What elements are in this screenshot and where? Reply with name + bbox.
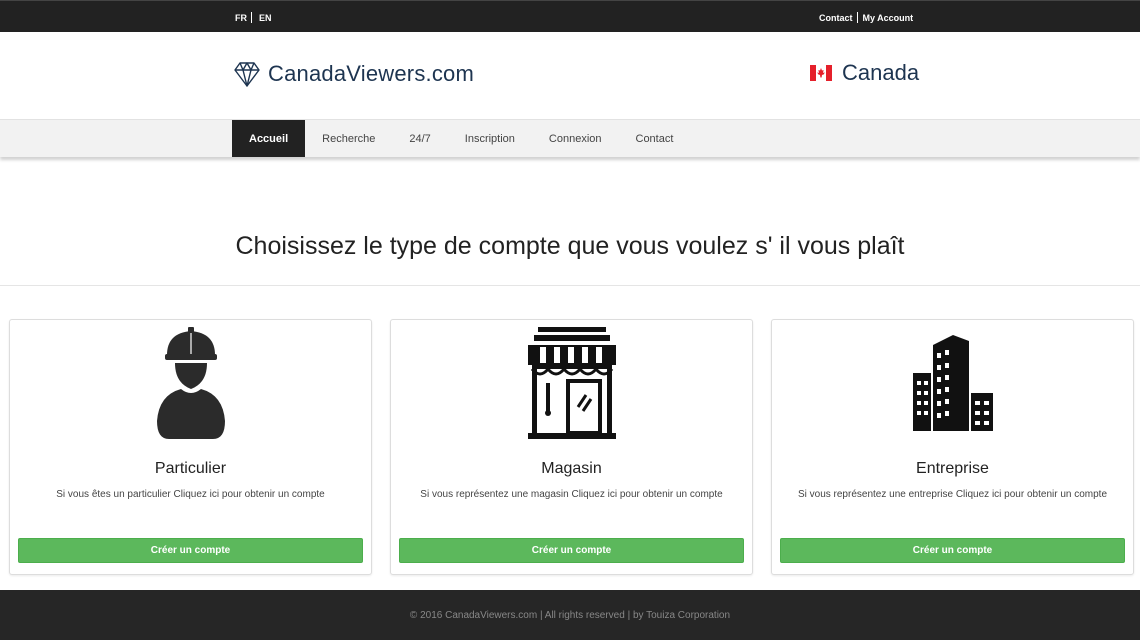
- country-name: Canada: [842, 60, 920, 85]
- language-switcher: FR EN: [235, 12, 272, 23]
- account-links: Contact My Account: [819, 12, 913, 23]
- top-contact-link[interactable]: Contact: [819, 13, 853, 23]
- copyright-text: © 2016 CanadaViewers.com | All rights re…: [409, 610, 731, 621]
- nav-item-recherche[interactable]: Recherche: [305, 120, 392, 157]
- lang-fr-link[interactable]: FR: [235, 13, 247, 23]
- account-card-magasin: Magasin Si vous représentez une magasin …: [390, 319, 753, 575]
- account-card-particulier: Particulier Si vous êtes un particulier …: [9, 319, 372, 575]
- site-logo[interactable]: CanadaViewers.com: [234, 60, 474, 88]
- nav-item-contact[interactable]: Contact: [619, 120, 691, 157]
- divider: [856, 12, 858, 23]
- card-description: Si vous représentez une magasin Cliquez …: [420, 489, 723, 500]
- my-account-link[interactable]: My Account: [863, 13, 914, 23]
- nav-item-inscription[interactable]: Inscription: [448, 120, 532, 157]
- nav-item-connexion[interactable]: Connexion: [532, 120, 619, 157]
- page-title: Choisissez le type de compte que vous vo…: [235, 232, 905, 260]
- top-bar: FR EN Contact My Account: [0, 0, 1140, 32]
- card-description: Si vous représentez une entreprise Cliqu…: [797, 489, 1108, 500]
- site-footer: © 2016 CanadaViewers.com | All rights re…: [0, 590, 1140, 640]
- buildings-icon: [772, 320, 1133, 445]
- create-account-magasin-button[interactable]: Créer un compte: [399, 538, 744, 563]
- nav-item-24-7[interactable]: 24/7: [392, 120, 447, 157]
- card-title: Magasin: [541, 460, 602, 477]
- create-account-particulier-button[interactable]: Créer un compte: [18, 538, 363, 563]
- card-description: Si vous êtes un particulier Cliquez ici …: [56, 489, 325, 500]
- country-selector[interactable]: Canada: [810, 60, 919, 86]
- account-card-entreprise: Entreprise Si vous représentez une entre…: [771, 319, 1134, 575]
- diamond-icon: [234, 62, 260, 87]
- main-nav: Accueil Recherche 24/7 Inscription Conne…: [0, 119, 1140, 157]
- site-name: CanadaViewers.com: [268, 61, 474, 86]
- canada-flag-icon: [810, 65, 832, 81]
- card-title: Particulier: [154, 460, 227, 477]
- divider: [251, 12, 252, 23]
- lang-en-link[interactable]: EN: [259, 13, 272, 23]
- worker-icon: [10, 320, 371, 445]
- create-account-entreprise-button[interactable]: Créer un compte: [780, 538, 1125, 563]
- nav-item-accueil[interactable]: Accueil: [232, 120, 306, 157]
- site-header: CanadaViewers.com Canada: [0, 32, 1140, 119]
- store-icon: [391, 320, 752, 445]
- card-title: Entreprise: [916, 460, 989, 477]
- section-divider: [0, 285, 1140, 286]
